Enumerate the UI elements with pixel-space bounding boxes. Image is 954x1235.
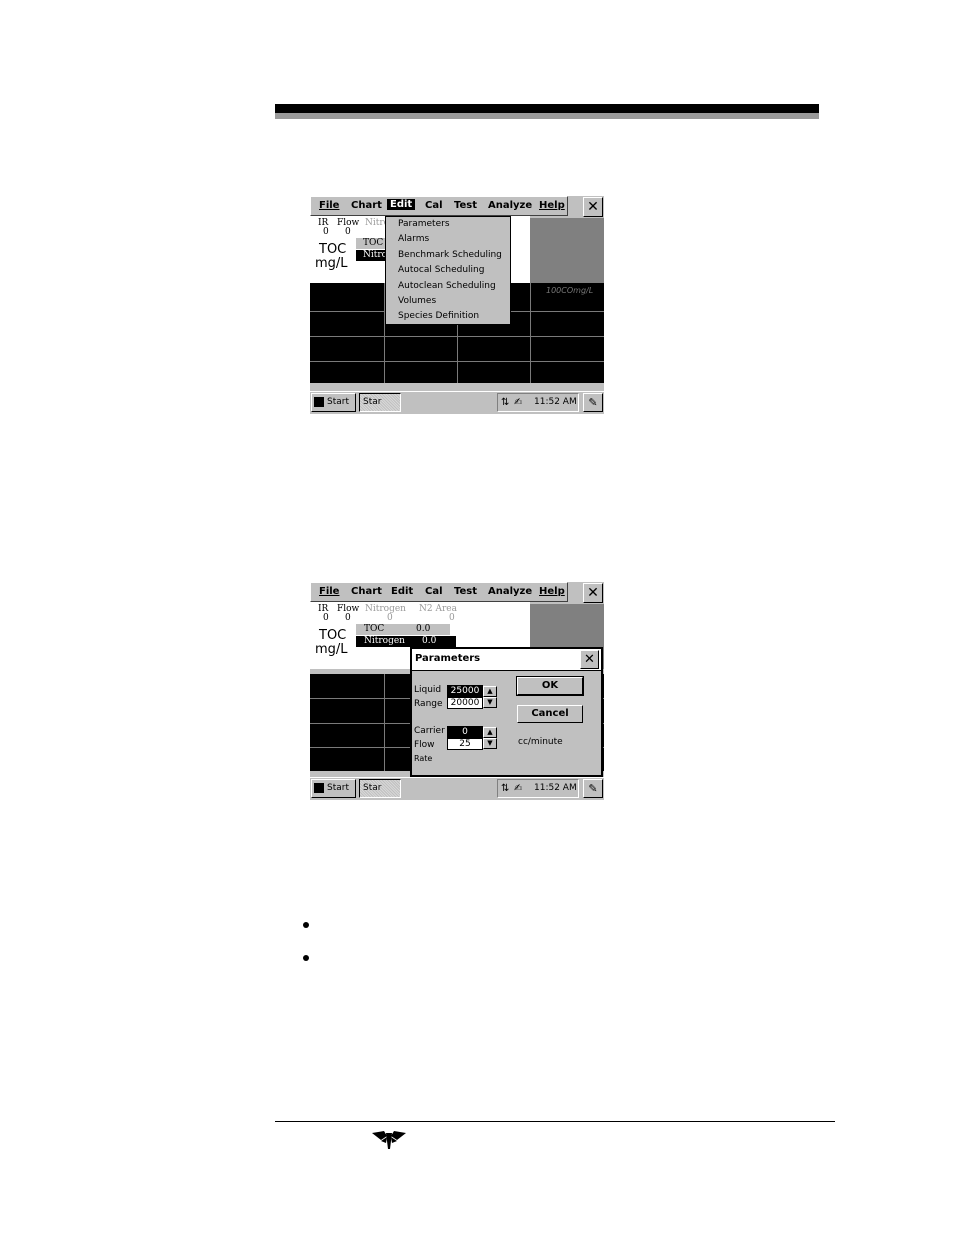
spin-down-icon[interactable]: ▼ — [483, 697, 497, 708]
edit-menu-alarms[interactable]: Alarms — [398, 234, 429, 244]
menu-edit[interactable]: Edit — [391, 586, 413, 597]
rate-label: Rate — [414, 754, 433, 763]
menu-test[interactable]: Test — [454, 200, 477, 211]
liquid-range-low-input[interactable]: 20000 — [447, 697, 483, 709]
chart-range-label: 100COmg/L — [546, 286, 594, 295]
menu-analyze[interactable]: Analyze — [488, 200, 532, 211]
network-icon: ⇅ — [501, 397, 510, 408]
grid-line — [310, 336, 604, 337]
system-tray: ⇅ ✍ 11:52 AM — [497, 393, 579, 412]
menu-chart[interactable]: Chart — [351, 200, 382, 211]
liquid-range-high-input[interactable]: 25000 — [447, 685, 483, 697]
nitrogen-value: 0 — [387, 613, 393, 623]
edit-menu-species[interactable]: Species Definition — [398, 311, 479, 321]
task-button[interactable]: Star — [359, 779, 401, 798]
screenshot-edit-menu: File Chart Edit Cal Test Analyze Help ✕ … — [310, 196, 604, 414]
grid-line — [310, 361, 604, 362]
flow-value: 0 — [345, 227, 351, 237]
windows-flag-icon — [314, 397, 324, 407]
start-button[interactable]: Start — [311, 393, 356, 412]
clock: 11:52 AM — [534, 783, 577, 793]
edit-menu-parameters[interactable]: Parameters — [398, 219, 450, 229]
ir-value: 0 — [323, 227, 329, 237]
windows-flag-icon — [314, 783, 324, 793]
edit-menu-benchmark[interactable]: Benchmark Scheduling — [398, 250, 502, 260]
carrier-flow-input[interactable]: 25 — [447, 738, 483, 750]
spin-up-icon[interactable]: ▲ — [483, 686, 497, 697]
ok-button[interactable]: OK — [516, 676, 584, 696]
cancel-button[interactable]: Cancel — [517, 705, 583, 723]
clock: 11:52 AM — [534, 397, 577, 407]
task-button[interactable]: Star — [359, 393, 401, 412]
start-button[interactable]: Start — [311, 779, 356, 798]
unit-label: mg/L — [315, 256, 348, 271]
close-icon[interactable]: ✕ — [583, 583, 603, 603]
system-tray: ⇅ ✍ 11:52 AM — [497, 779, 579, 798]
teledyne-logo-icon — [372, 1131, 406, 1149]
menu-chart[interactable]: Chart — [351, 586, 382, 597]
nitrogen-label: Nitrogen — [365, 604, 406, 614]
edit-dropdown: Parameters Alarms Benchmark Scheduling A… — [385, 216, 511, 325]
n2-area-value: 0 — [449, 613, 455, 623]
unit-label: mg/L — [315, 642, 348, 657]
menu-help[interactable]: Help — [539, 200, 565, 211]
ir-value: 0 — [323, 613, 329, 623]
grid-line — [530, 283, 531, 383]
menu-edit[interactable]: Edit — [387, 199, 416, 210]
toc-label: TOC — [319, 242, 347, 257]
flow-unit-label: cc/minute — [518, 737, 563, 747]
flow-label: Flow — [414, 740, 435, 750]
edit-menu-volumes[interactable]: Volumes — [398, 296, 436, 306]
screenshot-parameters-dialog: File Chart Edit Cal Test Analyze Help ✕ … — [310, 582, 604, 800]
taskbar: Start Star ⇅ ✍ 11:52 AM ✎ — [310, 777, 604, 800]
menu-test[interactable]: Test — [454, 586, 477, 597]
liquid-label: Liquid — [414, 685, 442, 695]
spin-up-icon[interactable]: ▲ — [483, 727, 497, 738]
menu-bar: File Chart Edit Cal Test Analyze Help — [310, 196, 568, 216]
dialog-title: Parameters — [415, 653, 481, 664]
dialog-title-bar: Parameters ✕ — [412, 649, 601, 671]
taskbar: Start Star ⇅ ✍ 11:52 AM ✎ — [310, 391, 604, 414]
edit-menu-autocal[interactable]: Autocal Scheduling — [398, 265, 484, 275]
menu-cal[interactable]: Cal — [425, 586, 443, 597]
stylus-icon: ✍ — [514, 783, 523, 794]
status-block — [530, 218, 604, 283]
toc-row: TOC 0.0 — [356, 624, 450, 635]
menu-analyze[interactable]: Analyze — [488, 586, 532, 597]
header-rule-gray — [275, 113, 819, 119]
edit-menu-autoclean[interactable]: Autoclean Scheduling — [398, 281, 496, 291]
bullet-1 — [303, 922, 309, 928]
stylus-icon: ✍ — [514, 397, 523, 408]
menu-cal[interactable]: Cal — [425, 200, 443, 211]
flow-value: 0 — [345, 613, 351, 623]
nitrogen-row: Nitro — [356, 250, 387, 261]
desktop-icon[interactable]: ✎ — [583, 393, 603, 412]
menu-file[interactable]: File — [319, 586, 339, 597]
desktop-icon[interactable]: ✎ — [583, 779, 603, 798]
toc-row: TOC — [356, 238, 386, 249]
carrier-label: Carrier — [414, 726, 445, 736]
menu-help[interactable]: Help — [539, 586, 565, 597]
menu-bar: File Chart Edit Cal Test Analyze Help — [310, 582, 568, 602]
footer-rule — [275, 1121, 835, 1122]
dialog-close-icon[interactable]: ✕ — [580, 650, 599, 669]
header-rule-black — [275, 104, 819, 113]
menu-file[interactable]: File — [319, 200, 339, 211]
close-icon[interactable]: ✕ — [583, 197, 603, 217]
nitrogen-row: Nitrogen 0.0 — [356, 636, 456, 647]
parameters-dialog: Parameters ✕ Liquid Range 25000 20000 ▲ … — [410, 647, 603, 777]
carrier-flow-high-input[interactable]: 0 — [447, 726, 483, 738]
bullet-2 — [303, 955, 309, 961]
toc-label: TOC — [319, 628, 347, 643]
network-icon: ⇅ — [501, 783, 510, 794]
spin-down-icon[interactable]: ▼ — [483, 738, 497, 749]
range-label: Range — [414, 699, 443, 709]
